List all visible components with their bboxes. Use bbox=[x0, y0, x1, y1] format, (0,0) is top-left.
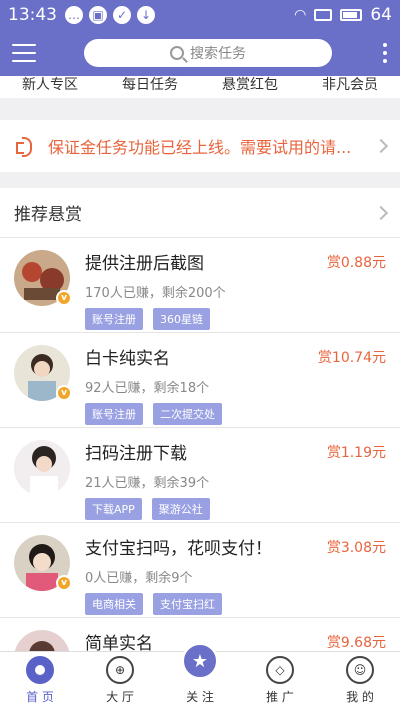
status-time: 13:43 bbox=[8, 5, 57, 25]
task-tag: 电商相关 bbox=[85, 593, 143, 615]
task-list: v 提供注册后截图 170人已赚，剩余200个 账号注册 360星链 赏0.88… bbox=[0, 238, 400, 711]
speaker-icon bbox=[14, 136, 38, 157]
tab-home-label: 首 页 bbox=[26, 690, 54, 704]
task-item[interactable]: v 白卡纯实名 92人已赚，剩余18个 账号注册 二次提交处 赏10.74元 bbox=[0, 333, 400, 428]
tab-promote-label: 推 广 bbox=[266, 690, 294, 704]
task-reward: 赏3.08元 bbox=[326, 540, 386, 556]
verified-badge-icon: v bbox=[56, 575, 72, 591]
battery-icon bbox=[340, 9, 363, 21]
compass-icon: ◇ bbox=[266, 656, 294, 684]
task-reward: 赏1.19元 bbox=[326, 445, 386, 461]
tab-hall-label: 大 厅 bbox=[106, 690, 134, 704]
task-stats: 170人已赚，剩余200个 bbox=[85, 286, 226, 301]
star-icon: ★ bbox=[181, 642, 219, 680]
verified-badge-icon: v bbox=[56, 290, 72, 306]
chevron-right-icon bbox=[373, 138, 389, 154]
category-nav: 新人专区 每日任务 悬赏红包 非凡会员 bbox=[0, 76, 400, 98]
task-item[interactable]: v 支付宝扫吗，花呗支付！ 0人已赚，剩余9个 电商相关 支付宝扫红 赏3.08… bbox=[0, 523, 400, 618]
tab-home[interactable]: 首 页 bbox=[0, 652, 80, 711]
recommend-header[interactable]: 推荐悬赏 bbox=[0, 188, 400, 238]
wifi-icon: ◠ bbox=[294, 7, 307, 23]
task-reward: 赏10.74元 bbox=[317, 350, 386, 366]
task-tag: 聚游公社 bbox=[151, 498, 210, 520]
task-tag: 360星链 bbox=[153, 308, 210, 330]
screen-icon bbox=[314, 9, 333, 21]
message-icon: … bbox=[65, 6, 83, 24]
task-tag: 支付宝扫红 bbox=[153, 593, 222, 615]
search-placeholder: 搜索任务 bbox=[190, 46, 246, 62]
category-newbie[interactable]: 新人专区 bbox=[22, 76, 78, 94]
category-bounty[interactable]: 悬赏红包 bbox=[222, 76, 278, 94]
task-stats: 0人已赚，剩余9个 bbox=[85, 571, 193, 586]
task-tag: 账号注册 bbox=[85, 308, 143, 330]
tab-follow-label: 关 注 bbox=[186, 690, 214, 704]
avatar bbox=[14, 440, 70, 496]
tab-mine[interactable]: ☺ 我 的 bbox=[320, 652, 400, 711]
tab-hall[interactable]: ⊕ 大 厅 bbox=[80, 652, 160, 711]
notice-banner[interactable]: 保证金任务功能已经上线。需要试用的请... bbox=[0, 120, 400, 172]
bottom-tab-bar: 首 页 ⊕ 大 厅 ★ 关 注 ◇ 推 广 ☺ 我 的 bbox=[0, 642, 400, 711]
download-icon: ↓ bbox=[137, 6, 155, 24]
more-icon[interactable] bbox=[382, 43, 388, 63]
app-header: 搜索任务 bbox=[0, 30, 400, 76]
tab-promote[interactable]: ◇ 推 广 bbox=[240, 652, 320, 711]
notice-text: 保证金任务功能已经上线。需要试用的请... bbox=[48, 138, 352, 157]
home-icon bbox=[26, 656, 54, 684]
task-stats: 21人已赚，剩余39个 bbox=[85, 476, 210, 491]
check-icon: ✓ bbox=[113, 6, 131, 24]
task-item[interactable]: v 提供注册后截图 170人已赚，剩余200个 账号注册 360星链 赏0.88… bbox=[0, 238, 400, 333]
user-icon: ☺ bbox=[346, 656, 374, 684]
recommend-title: 推荐悬赏 bbox=[14, 205, 82, 225]
tab-mine-label: 我 的 bbox=[346, 690, 374, 704]
verified-badge-icon: v bbox=[56, 385, 72, 401]
status-bar: 13:43 … ▣ ✓ ↓ ◠ 64 bbox=[0, 0, 400, 30]
chevron-right-icon bbox=[373, 205, 389, 220]
task-tag: 下载APP bbox=[85, 498, 142, 520]
tab-follow[interactable]: ★ 关 注 bbox=[160, 642, 240, 711]
menu-icon[interactable] bbox=[12, 44, 36, 62]
task-tag: 账号注册 bbox=[85, 403, 143, 425]
task-stats: 92人已赚，剩余18个 bbox=[85, 381, 210, 396]
search-bar[interactable]: 搜索任务 bbox=[84, 39, 332, 67]
task-reward: 赏9.68元 bbox=[326, 635, 386, 651]
image-icon: ▣ bbox=[89, 6, 107, 24]
task-tag: 二次提交处 bbox=[153, 403, 222, 425]
search-icon bbox=[170, 46, 184, 60]
category-daily[interactable]: 每日任务 bbox=[122, 76, 178, 94]
task-reward: 赏0.88元 bbox=[326, 255, 386, 271]
category-vip[interactable]: 非凡会员 bbox=[322, 76, 378, 94]
task-item[interactable]: 扫码注册下载 21人已赚，剩余39个 下载APP 聚游公社 赏1.19元 bbox=[0, 428, 400, 523]
battery-level: 64 bbox=[370, 5, 392, 25]
hall-icon: ⊕ bbox=[106, 656, 134, 684]
